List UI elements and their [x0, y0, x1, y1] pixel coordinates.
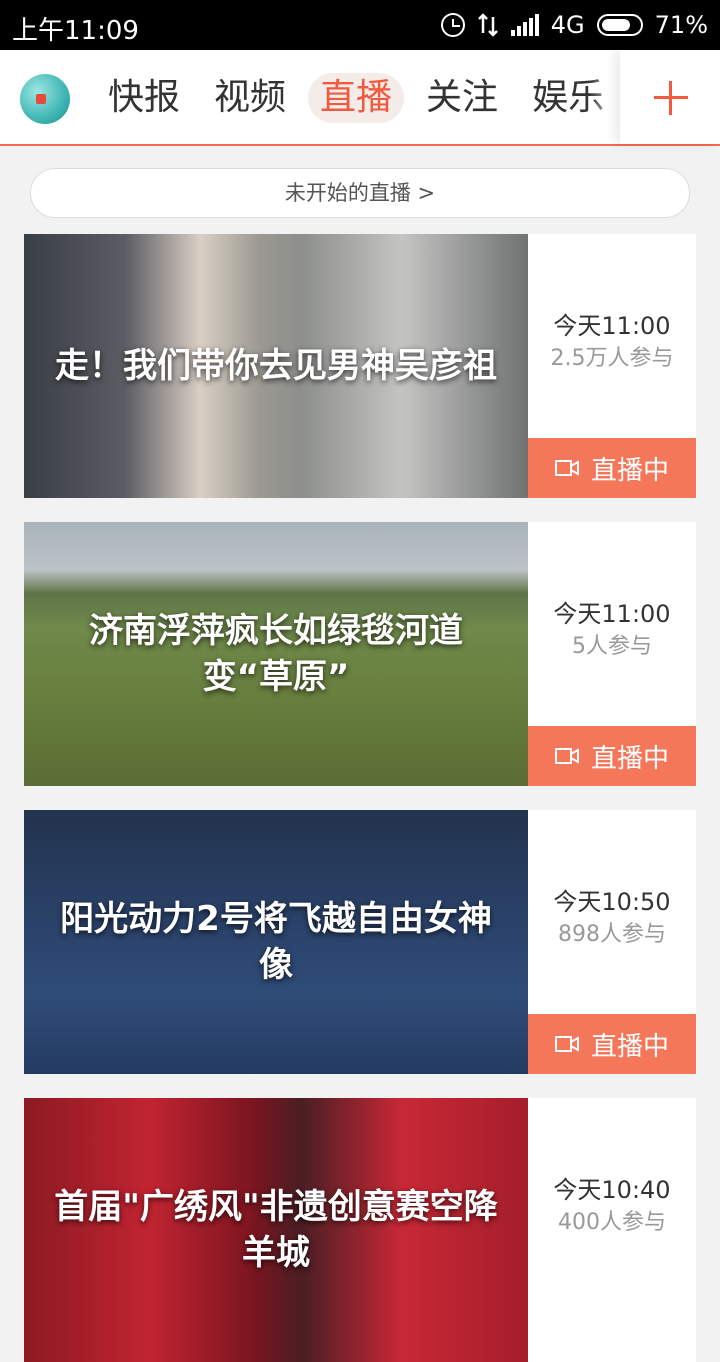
tab-kuaibao[interactable]: 快报: [96, 73, 192, 123]
live-time: 今天11:00: [553, 600, 671, 628]
live-card[interactable]: 济南浮萍疯长如绿毯河道变“草原” 今天11:00 5人参与 直播中: [24, 522, 696, 786]
live-title: 走！我们带你去见男神吴彦祖: [55, 346, 497, 386]
live-participants: 400人参与: [558, 1210, 666, 1235]
live-card[interactable]: 走！我们带你去见男神吴彦祖 今天11:00 2.5万人参与 直播中: [24, 234, 696, 498]
signal-icon: [510, 14, 539, 36]
live-participants: 898人参与: [558, 922, 666, 947]
live-card[interactable]: 阳光动力2号将飞越自由女神像 今天10:50 898人参与 直播中: [24, 810, 696, 1074]
tabs-fade: [590, 50, 620, 144]
status-bar: 上午11:09 4G 71%: [0, 0, 720, 50]
live-title: 济南浮萍疯长如绿毯河道变“草原”: [89, 611, 463, 697]
live-status-label: 直播中: [590, 1031, 669, 1062]
live-info: 今天10:40 400人参与: [528, 1098, 696, 1362]
plus-icon[interactable]: [620, 50, 720, 144]
live-time: 今天10:40: [553, 1176, 671, 1204]
live-title: 首届"广绣风"非遗创意赛空降羊城: [54, 1187, 498, 1273]
live-status-label: 直播中: [590, 743, 669, 774]
live-thumbnail[interactable]: 阳光动力2号将飞越自由女神像: [24, 810, 528, 1074]
tab-live[interactable]: 直播: [308, 73, 405, 123]
tab-video[interactable]: 视频: [202, 73, 298, 123]
status-icons: 4G 71%: [440, 10, 708, 40]
video-camera-icon: [554, 748, 579, 764]
channel-tabs: 快报 视频 直播 关注 娱乐: [96, 68, 626, 128]
avatar-icon[interactable]: [20, 74, 70, 124]
alarm-icon: [440, 13, 465, 37]
live-status-button[interactable]: 直播中: [528, 726, 696, 786]
live-status-button[interactable]: 直播中: [528, 438, 696, 498]
live-info: 今天11:00 2.5万人参与 直播中: [528, 234, 696, 498]
tab-follow[interactable]: 关注: [414, 73, 510, 123]
live-participants: 5人参与: [572, 634, 652, 659]
live-thumbnail[interactable]: 走！我们带你去见男神吴彦祖: [24, 234, 528, 498]
channel-nav: 快报 视频 直播 关注 娱乐: [0, 50, 720, 146]
live-participants: 2.5万人参与: [550, 346, 674, 371]
upcoming-live-link[interactable]: 未开始的直播 >: [30, 168, 690, 218]
video-camera-icon: [554, 1036, 579, 1052]
live-time: 今天10:50: [553, 888, 671, 916]
live-card[interactable]: 首届"广绣风"非遗创意赛空降羊城 今天10:40 400人参与: [24, 1098, 696, 1362]
status-time: 上午11:09: [12, 16, 139, 46]
live-info: 今天11:00 5人参与 直播中: [528, 522, 696, 786]
live-title: 阳光动力2号将飞越自由女神像: [60, 899, 492, 985]
live-thumbnail[interactable]: 首届"广绣风"非遗创意赛空降羊城: [24, 1098, 528, 1362]
live-thumbnail[interactable]: 济南浮萍疯长如绿毯河道变“草原”: [24, 522, 528, 786]
battery-level: 71%: [654, 11, 708, 39]
live-time: 今天11:00: [553, 312, 671, 340]
live-status-label: 直播中: [590, 455, 669, 486]
battery-icon: [596, 14, 643, 36]
data-transfer-icon: [477, 13, 498, 37]
live-info: 今天10:50 898人参与 直播中: [528, 810, 696, 1074]
live-status-button[interactable]: 直播中: [528, 1014, 696, 1074]
video-camera-icon: [554, 460, 579, 476]
network-type: 4G: [550, 11, 585, 39]
